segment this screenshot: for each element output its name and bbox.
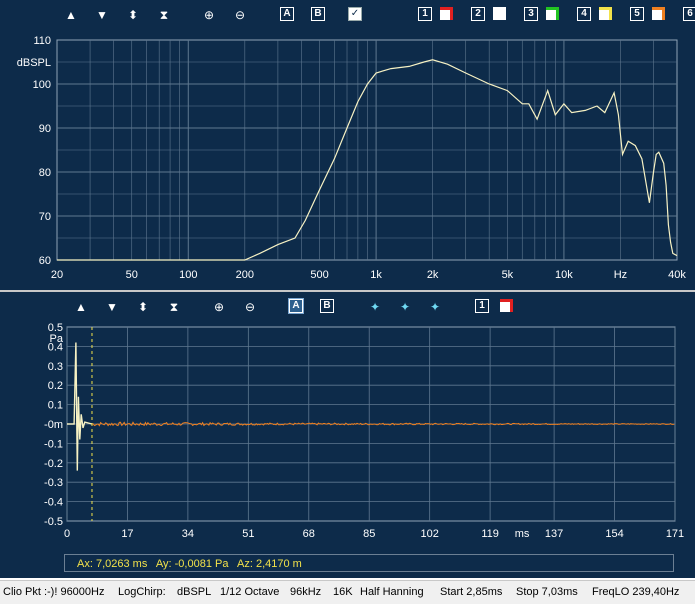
x-tick-label: 10k bbox=[555, 269, 573, 281]
y-tick-label: 0.1 bbox=[48, 400, 63, 412]
impulse-tail-curve bbox=[91, 421, 675, 427]
status-stop: Stop 7,03ms bbox=[516, 586, 578, 598]
y-tick-label: 60 bbox=[39, 255, 51, 267]
y-axis-label: Pa bbox=[50, 333, 64, 345]
y-tick-label: -0.1 bbox=[44, 438, 63, 450]
x-tick-label: 17 bbox=[121, 528, 133, 540]
status-device: Clio Pkt :-)! 96000Hz bbox=[3, 586, 105, 598]
status-smoothing: 1/12 Octave bbox=[220, 586, 280, 598]
x-tick-label: 200 bbox=[236, 269, 254, 281]
y-tick-label: 80 bbox=[39, 167, 51, 179]
x-tick-label: 34 bbox=[182, 528, 194, 540]
y-tick-label: 0.2 bbox=[48, 380, 63, 392]
x-tick-label: 40k bbox=[668, 269, 686, 281]
y-tick-label: 100 bbox=[33, 79, 51, 91]
frequency-response-curve bbox=[57, 59, 678, 261]
x-tick-label: 0 bbox=[64, 528, 70, 540]
x-tick-label: 137 bbox=[545, 528, 563, 540]
y-axis-label: dBSPL bbox=[17, 57, 51, 69]
x-tick-label: 102 bbox=[420, 528, 438, 540]
x-tick-label: 85 bbox=[363, 528, 375, 540]
y-tick-label: -0.4 bbox=[44, 497, 63, 509]
impulse-curve bbox=[67, 342, 93, 471]
status-unit: dBSPL bbox=[177, 586, 212, 598]
cursor-readout: Ax: 7,0263 ms Ay: -0,0081 Pa Az: 2,4170 … bbox=[64, 554, 674, 572]
status-freqlo: FreqLO 239,40Hz bbox=[592, 586, 680, 598]
impulse-response-panel: ▲ ▼ ⬍ ⧗ ⊕ ⊖ A B ✦ ✦ ✦ 1 0.5 0.4 0.3 0.2 0.1-… bbox=[0, 292, 695, 578]
y-tick-label: 110 bbox=[33, 35, 51, 47]
status-rate: 96kHz bbox=[290, 586, 322, 598]
x-tick-label: 51 bbox=[242, 528, 254, 540]
frequency-chart: 60 70 80 90 100 110 dBSPL 20 50 100 200 500 1k 2k 5k 10… bbox=[17, 35, 687, 281]
x-tick-label: 171 bbox=[666, 528, 684, 540]
y-tick-label: -0.3 bbox=[44, 477, 63, 489]
status-window: Half Hanning bbox=[360, 586, 424, 598]
impulse-chart: 0.50.40.30.20.1-0m-0.1-0.2-0.3-0.4-0.5Pa… bbox=[44, 322, 684, 540]
y-tick-label: 0.3 bbox=[48, 361, 63, 373]
x-tick-label: 68 bbox=[303, 528, 315, 540]
x-tick-label: 154 bbox=[605, 528, 623, 540]
x-tick-label: 500 bbox=[310, 269, 328, 281]
x-tick-label: 119 bbox=[481, 528, 499, 540]
status-start: Start 2,85ms bbox=[440, 586, 503, 598]
y-tick-label: 90 bbox=[39, 123, 51, 135]
x-tick-label: 50 bbox=[126, 269, 138, 281]
x-tick-label: 20 bbox=[51, 269, 63, 281]
x-tick-label: 1k bbox=[370, 269, 382, 281]
x-unit-label: Hz bbox=[614, 269, 627, 281]
status-bar: Clio Pkt :-)! 96000Hz LogChirp: dBSPL 1/… bbox=[0, 580, 695, 604]
x-unit-label: ms bbox=[515, 528, 530, 540]
y-tick-label: 70 bbox=[39, 211, 51, 223]
frequency-response-panel: ▲ ▼ ⬍ ⧗ ⊕ ⊖ A B ✓ 123456 60 70 80 90 100 110 d… bbox=[0, 0, 695, 290]
x-tick-label: 100 bbox=[179, 269, 197, 281]
status-signal: LogChirp: bbox=[118, 586, 166, 598]
y-tick-label: -0m bbox=[44, 419, 63, 431]
x-tick-label: 5k bbox=[502, 269, 514, 281]
y-tick-label: -0.5 bbox=[44, 516, 63, 528]
x-tick-label: 2k bbox=[427, 269, 439, 281]
y-tick-label: -0.2 bbox=[44, 458, 63, 470]
status-size: 16K bbox=[333, 586, 353, 598]
